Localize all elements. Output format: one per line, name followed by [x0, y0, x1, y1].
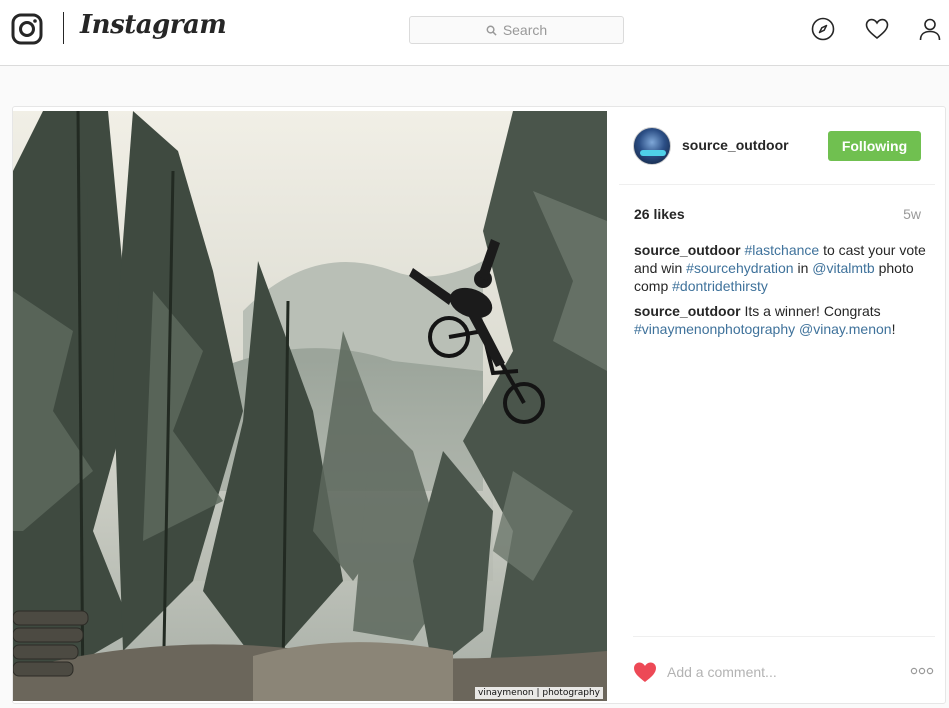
hashtag-link[interactable]: #vinaymenonphotography: [634, 321, 795, 337]
comment-username[interactable]: source_outdoor: [634, 242, 741, 258]
comment-text-segment: !: [891, 321, 896, 337]
more-options-icon[interactable]: [910, 667, 934, 675]
mention-link[interactable]: @vinay.menon: [799, 321, 892, 337]
hashtag-link[interactable]: #dontridethirsty: [672, 278, 768, 294]
comment: source_outdoor Its a winner! Congrats #v…: [634, 302, 934, 338]
following-button[interactable]: Following: [828, 131, 921, 161]
heart-icon[interactable]: [865, 17, 889, 41]
comment-list: source_outdoor #lastchance to cast your …: [634, 241, 934, 345]
post-age[interactable]: 5w: [900, 206, 921, 222]
instagram-logo-icon[interactable]: [11, 13, 43, 45]
comment-text-segment: Its a winner! Congrats: [744, 303, 881, 319]
post-card: vinaymenon | photography source_outdoor …: [12, 106, 946, 704]
photo-credit: vinaymenon | photography: [475, 687, 603, 699]
profile-icon[interactable]: [918, 17, 942, 41]
post-photo[interactable]: vinaymenon | photography: [13, 111, 607, 701]
comment-username[interactable]: source_outdoor: [634, 303, 741, 319]
top-nav: Instagram Search: [0, 0, 949, 66]
logo-divider: [63, 12, 64, 44]
search-icon: [486, 25, 497, 36]
post-sidebar: source_outdoor Following 26 likes 5w sou…: [619, 107, 947, 705]
likes-count[interactable]: 26 likes: [634, 206, 685, 222]
hashtag-link[interactable]: #lastchance: [744, 242, 819, 258]
heart-filled-icon[interactable]: [633, 661, 657, 683]
hashtag-link[interactable]: #sourcehydration: [686, 260, 793, 276]
add-comment-input[interactable]: [667, 661, 887, 683]
author-username[interactable]: source_outdoor: [682, 137, 789, 153]
search-input[interactable]: Search: [409, 16, 624, 44]
comment-text-segment: in: [793, 260, 813, 276]
post-header: source_outdoor Following: [619, 107, 935, 185]
mention-link[interactable]: @vitalmtb: [812, 260, 874, 276]
search-placeholder: Search: [502, 22, 548, 38]
add-comment-bar: [633, 636, 935, 704]
avatar[interactable]: [633, 127, 671, 165]
instagram-wordmark[interactable]: Instagram: [80, 10, 227, 40]
compass-icon[interactable]: [811, 17, 835, 41]
comment: source_outdoor #lastchance to cast your …: [634, 241, 934, 295]
mountain-bike-jump-photo: [13, 111, 607, 701]
